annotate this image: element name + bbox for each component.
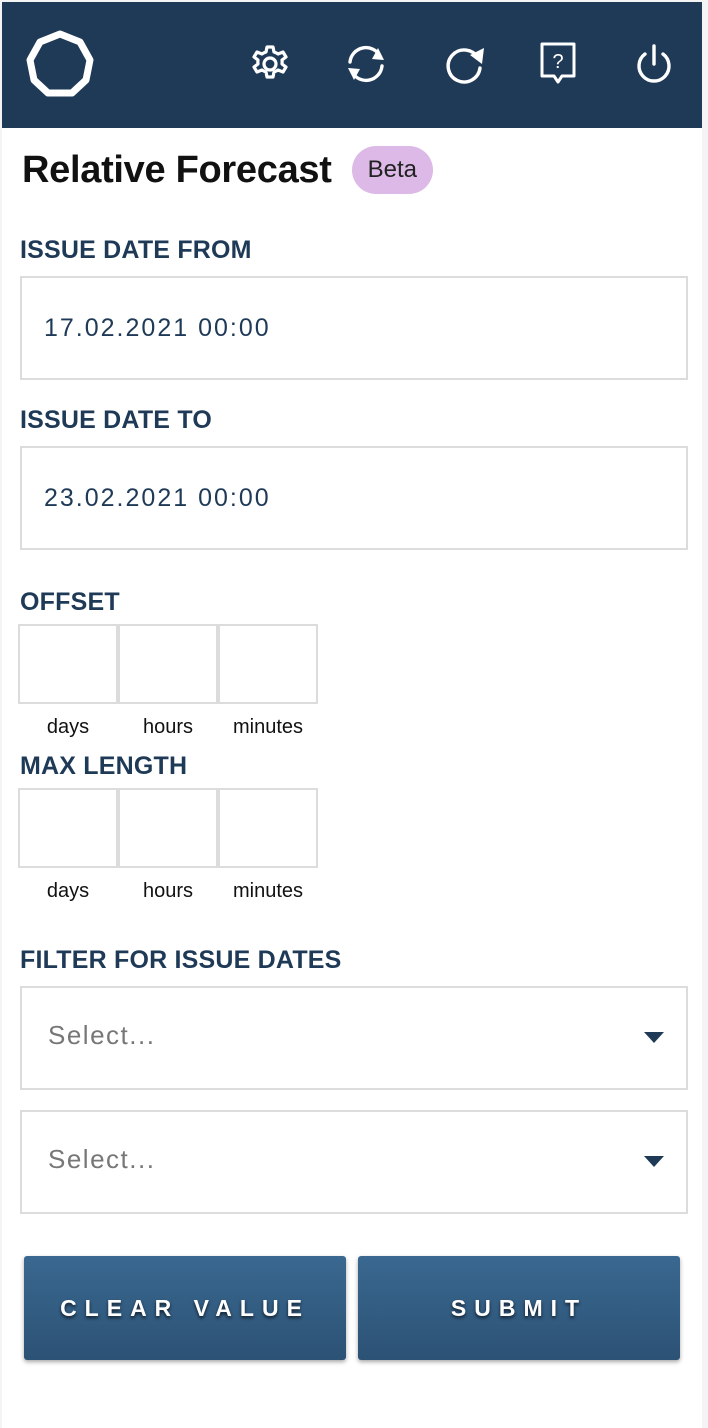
page-title: Relative Forecast (22, 148, 332, 191)
issue-date-from-value: 17.02.2021 00:00 (44, 314, 271, 342)
filter-select-1[interactable]: Select... (20, 986, 688, 1090)
sync-icon[interactable] (340, 38, 392, 90)
submit-button[interactable]: SUBMIT (358, 1256, 680, 1360)
max-length-hours-input[interactable] (118, 788, 218, 868)
offset-minutes-unit: minutes (232, 716, 304, 738)
offset-hours-unit: hours (142, 716, 194, 738)
gear-icon[interactable] (244, 38, 296, 90)
filter-select-1-placeholder: Select... (48, 1020, 156, 1050)
max-length-days-unit: days (46, 880, 90, 902)
issue-date-to-field[interactable]: 23.02.2021 00:00 (20, 446, 688, 550)
offset-hours-input[interactable] (118, 624, 218, 704)
chevron-down-icon (644, 1156, 664, 1167)
app-frame: ? Relative Forecast Beta ISSUE DATE FROM… (2, 2, 702, 1428)
help-icon[interactable]: ? (532, 38, 584, 90)
refresh-icon[interactable] (438, 38, 490, 90)
chevron-down-icon (644, 1032, 664, 1043)
offset-days-unit: days (46, 716, 90, 738)
offset-label: OFFSET (20, 588, 120, 616)
max-length-minutes-input[interactable] (218, 788, 318, 868)
power-icon[interactable] (628, 38, 680, 90)
offset-minutes-input[interactable] (218, 624, 318, 704)
issue-date-to-label: ISSUE DATE TO (20, 406, 212, 434)
beta-badge: Beta (351, 146, 433, 194)
max-length-label: MAX LENGTH (20, 752, 188, 780)
issue-date-from-field[interactable]: 17.02.2021 00:00 (20, 276, 688, 380)
issue-date-to-value: 23.02.2021 00:00 (44, 484, 271, 512)
clear-value-button[interactable]: CLEAR VALUE (24, 1256, 346, 1360)
logo-octagon-icon[interactable] (26, 30, 94, 98)
filter-select-2-placeholder: Select... (48, 1144, 156, 1174)
filter-select-2[interactable]: Select... (20, 1110, 688, 1214)
top-navigation-bar: ? (2, 2, 702, 128)
max-length-minutes-unit: minutes (232, 880, 304, 902)
filter-issue-dates-label: FILTER FOR ISSUE DATES (20, 946, 342, 974)
issue-date-from-label: ISSUE DATE FROM (20, 236, 252, 264)
page-header: Relative Forecast Beta (22, 146, 433, 194)
max-length-hours-unit: hours (142, 880, 194, 902)
offset-days-input[interactable] (18, 624, 118, 704)
max-length-days-input[interactable] (18, 788, 118, 868)
svg-text:?: ? (552, 51, 563, 73)
